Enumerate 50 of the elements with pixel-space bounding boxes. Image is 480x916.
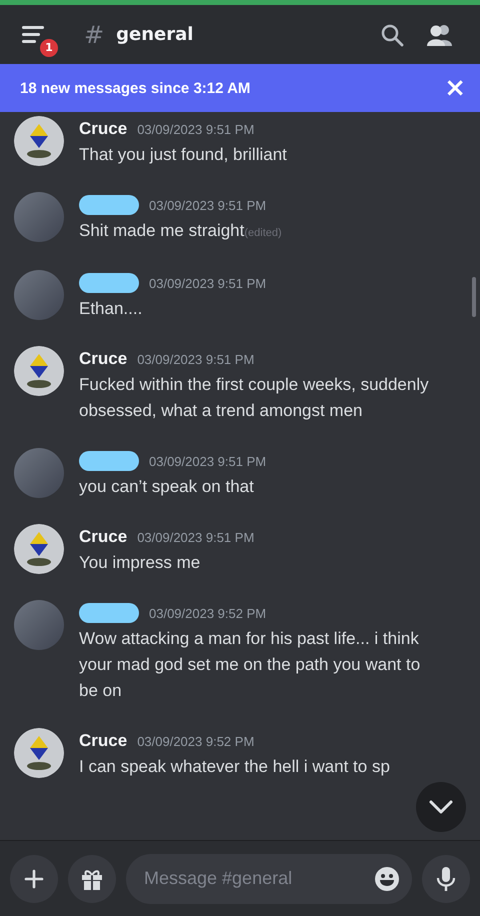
microphone-icon — [436, 866, 456, 892]
author-name[interactable]: Cruce — [79, 119, 128, 139]
new-messages-banner[interactable]: 18 new messages since 3:12 AM × — [0, 64, 480, 112]
author-name[interactable]: Cruce — [79, 731, 128, 751]
avatar-emblem-icon — [14, 728, 64, 778]
message-text: Wow attacking a man for his past life... i think your mad god set me on the path you want to be on — [79, 628, 422, 702]
banner-text: 18 new messages since 3:12 AM — [20, 80, 252, 96]
redaction-mark — [79, 273, 139, 293]
emoji-icon[interactable] — [374, 866, 400, 892]
avatar-photo-placeholder — [14, 192, 64, 242]
people-icon — [426, 22, 454, 46]
message-text: Ethan.... — [79, 298, 144, 320]
timestamp: 03/09/2023 9:51 PM — [149, 276, 266, 290]
unread-badge: 1 — [38, 36, 60, 58]
timestamp: 03/09/2023 9:51 PM — [149, 454, 266, 468]
message-text: Fucked within the first couple weeks, suddenly obsessed, what a trend amongst men — [79, 374, 430, 422]
jump-to-bottom-button[interactable] — [416, 782, 466, 832]
redaction-mark — [79, 603, 139, 623]
avatar-photo-placeholder — [14, 270, 64, 320]
timestamp: 03/09/2023 9:51 PM — [137, 352, 254, 366]
redaction-mark — [79, 451, 139, 471]
close-button[interactable]: × — [444, 75, 466, 101]
timestamp: 03/09/2023 9:51 PM — [137, 122, 254, 136]
author-name[interactable]: Cruce — [79, 527, 128, 547]
author-name[interactable]: Cruce — [79, 349, 128, 369]
timestamp: 03/09/2023 9:51 PM — [149, 198, 266, 212]
channel-hash: # — [84, 20, 104, 48]
message-input[interactable]: Message #general — [126, 854, 412, 904]
avatar-emblem-icon — [14, 524, 64, 574]
add-button[interactable] — [10, 854, 58, 902]
timestamp: 03/09/2023 9:51 PM — [137, 530, 254, 544]
message-text: That you just found, brilliant — [79, 144, 288, 166]
avatar-emblem-icon — [14, 116, 64, 166]
search-icon — [380, 22, 404, 46]
microphone-button[interactable] — [422, 854, 470, 902]
message-text: I can speak whatever the hell i want to sp — [79, 756, 391, 778]
scrollbar[interactable] — [472, 277, 476, 317]
chevron-down-icon — [428, 799, 454, 815]
avatar-emblem-icon — [14, 346, 64, 396]
avatar-photo-placeholder — [14, 448, 64, 498]
message-text: Shit made me straight(edited) — [79, 220, 283, 242]
channel-name: general — [116, 24, 194, 45]
gift-button[interactable] — [68, 854, 116, 902]
timestamp: 03/09/2023 9:52 PM — [149, 606, 266, 620]
avatar-photo-placeholder — [14, 600, 64, 650]
redaction-mark — [79, 195, 139, 215]
message-text: you can’t speak on that — [79, 476, 255, 498]
timestamp: 03/09/2023 9:52 PM — [137, 734, 254, 748]
message-text: You impress me — [79, 552, 202, 574]
plus-icon — [24, 868, 44, 888]
